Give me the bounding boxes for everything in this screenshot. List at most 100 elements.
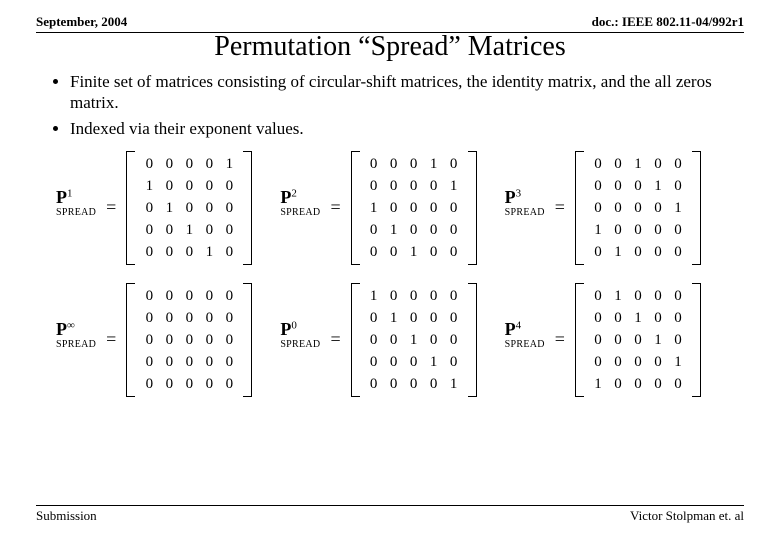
matrix-cell: 0: [179, 153, 199, 175]
matrix-cell: 0: [588, 153, 608, 175]
matrix-cell: 0: [424, 307, 444, 329]
footer-bar: Submission Victor Stolpman et. al: [36, 505, 744, 524]
matrix-cell: 1: [364, 285, 384, 307]
matrix-cell: 1: [608, 285, 628, 307]
equation-area: P1SPREAD = 0000110000010000010000010 P2S…: [36, 151, 744, 397]
matrix-cell: 1: [628, 153, 648, 175]
matrix-cell: 0: [159, 329, 179, 351]
matrix-cell: 0: [424, 329, 444, 351]
matrix-cell: 0: [404, 197, 424, 219]
matrix-cell: 1: [139, 175, 159, 197]
matrix-cell: 0: [608, 219, 628, 241]
matrix-cell: 0: [199, 307, 219, 329]
matrix-cell: 0: [199, 153, 219, 175]
matrix-cell: 0: [608, 153, 628, 175]
matrix-cell: 0: [199, 329, 219, 351]
matrix-cell: 0: [444, 153, 464, 175]
matrix-cell: 0: [159, 351, 179, 373]
matrix-cell: 0: [648, 307, 668, 329]
matrix-cell: 0: [384, 241, 404, 263]
eq-p4: P4SPREAD = 0100000100000100000110000: [505, 283, 701, 397]
matrix-cell: 0: [588, 329, 608, 351]
matrix-cell: 0: [608, 329, 628, 351]
matrix: 0100000100000100000110000: [575, 283, 701, 397]
matrix-cell: 1: [424, 351, 444, 373]
bullet-item: Indexed via their exponent values.: [70, 118, 744, 139]
matrix-cell: 0: [199, 197, 219, 219]
matrix-cell: 1: [608, 241, 628, 263]
matrix-label: P3SPREAD: [505, 187, 545, 228]
matrix-cell: 0: [444, 219, 464, 241]
matrix-cell: 0: [608, 197, 628, 219]
matrix-cell: 0: [444, 285, 464, 307]
matrix-cell: 0: [219, 285, 239, 307]
header-date: September, 2004: [36, 14, 127, 30]
matrix-cell: 1: [364, 197, 384, 219]
matrix-cell: 0: [608, 373, 628, 395]
footer-right: Victor Stolpman et. al: [630, 508, 744, 524]
matrix-cell: 0: [364, 153, 384, 175]
matrix-cell: 1: [668, 351, 688, 373]
matrix-cell: 1: [424, 153, 444, 175]
matrix-cell: 0: [159, 307, 179, 329]
matrix-cell: 0: [628, 351, 648, 373]
equals-sign: =: [551, 329, 569, 350]
matrix-cell: 0: [668, 241, 688, 263]
matrix-cell: 0: [648, 351, 668, 373]
matrix-cell: 0: [588, 175, 608, 197]
matrix-label: P2SPREAD: [280, 187, 320, 228]
matrix-cell: 0: [444, 307, 464, 329]
matrix-cell: 0: [159, 219, 179, 241]
eq-pinf: P∞SPREAD = 0000000000000000000000000: [56, 283, 252, 397]
matrix-cell: 0: [444, 329, 464, 351]
matrix-cell: 0: [588, 307, 608, 329]
matrix-cell: 0: [139, 373, 159, 395]
matrix-cell: 0: [139, 351, 159, 373]
matrix-cell: 0: [219, 219, 239, 241]
matrix-cell: 0: [404, 175, 424, 197]
matrix-cell: 0: [424, 197, 444, 219]
matrix-cell: 0: [364, 373, 384, 395]
matrix-cell: 0: [139, 241, 159, 263]
matrix-cell: 0: [608, 175, 628, 197]
matrix-cell: 0: [404, 153, 424, 175]
matrix-cell: 0: [179, 285, 199, 307]
matrix-cell: 0: [139, 285, 159, 307]
matrix-cell: 0: [424, 285, 444, 307]
matrix-cell: 0: [179, 175, 199, 197]
equals-sign: =: [551, 197, 569, 218]
matrix-cell: 0: [404, 373, 424, 395]
matrix-cell: 0: [404, 285, 424, 307]
matrix-cell: 0: [199, 219, 219, 241]
matrix-cell: 0: [628, 175, 648, 197]
matrix-cell: 0: [648, 197, 668, 219]
matrix-cell: 0: [159, 153, 179, 175]
bullet-list: Finite set of matrices consisting of cir…: [36, 71, 744, 139]
matrix: 0000000000000000000000000: [126, 283, 252, 397]
matrix-cell: 0: [628, 197, 648, 219]
matrix-cell: 0: [179, 329, 199, 351]
matrix-cell: 1: [179, 219, 199, 241]
matrix-cell: 0: [628, 241, 648, 263]
matrix-cell: 0: [608, 307, 628, 329]
matrix-cell: 0: [384, 153, 404, 175]
matrix-cell: 0: [219, 351, 239, 373]
matrix-cell: 0: [424, 241, 444, 263]
matrix-cell: 1: [648, 329, 668, 351]
matrix-cell: 1: [404, 329, 424, 351]
equals-sign: =: [102, 197, 120, 218]
matrix-cell: 0: [648, 285, 668, 307]
eq-p1: P1SPREAD = 0000110000010000010000010: [56, 151, 252, 265]
matrix-cell: 1: [384, 307, 404, 329]
matrix-cell: 1: [219, 153, 239, 175]
matrix-cell: 0: [139, 197, 159, 219]
matrix-cell: 0: [159, 175, 179, 197]
matrix-cell: 0: [364, 351, 384, 373]
matrix-cell: 0: [404, 351, 424, 373]
matrix: 0000110000010000010000010: [126, 151, 252, 265]
footer-left: Submission: [36, 508, 97, 524]
matrix-cell: 1: [668, 197, 688, 219]
matrix-cell: 0: [648, 241, 668, 263]
matrix-cell: 0: [199, 175, 219, 197]
matrix-cell: 1: [628, 307, 648, 329]
